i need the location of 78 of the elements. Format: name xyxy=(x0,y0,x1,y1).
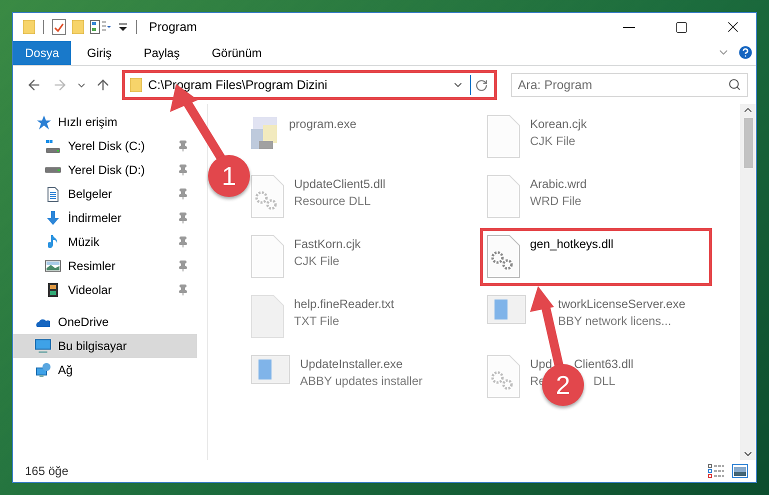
file-name: UpdateInstaller.exe xyxy=(300,357,403,371)
sidebar-item[interactable]: Yerel Disk (C:) xyxy=(13,134,197,158)
film-icon xyxy=(48,283,58,297)
pin-icon[interactable] xyxy=(177,260,189,272)
network-icon xyxy=(36,363,50,377)
pin-icon[interactable] xyxy=(177,284,189,296)
file-name: FastKorn.cjk xyxy=(294,237,361,251)
sidebar-item[interactable]: Resimler xyxy=(13,254,197,278)
file-type: TXT File xyxy=(294,314,340,328)
file-type: ABBY updates installer xyxy=(300,374,423,388)
pin-icon[interactable] xyxy=(177,140,189,152)
drive-icon xyxy=(45,167,61,173)
installer-icon xyxy=(487,295,526,324)
gear-document-icon xyxy=(487,235,520,278)
file-name: gen_hotkeys.dll xyxy=(530,237,614,251)
sidebar-item[interactable]: OneDrive xyxy=(13,310,197,334)
computer-icon xyxy=(35,339,51,353)
large-icons-view-icon[interactable] xyxy=(732,464,748,478)
file-type: CJK File xyxy=(294,254,340,268)
address-path: C:\Program Files\Program Dizini xyxy=(148,78,328,92)
sidebar-item[interactable]: Hızlı erişim xyxy=(13,110,197,134)
installer-icon xyxy=(251,355,290,384)
file-name: Arabic.wrd xyxy=(530,177,587,191)
document-icon xyxy=(487,175,520,218)
document-icon xyxy=(251,235,284,278)
music-note-icon xyxy=(48,234,58,250)
search-icon xyxy=(728,78,742,91)
ribbon-tab[interactable]: Görünüm xyxy=(196,41,278,65)
minimize-icon xyxy=(623,26,635,28)
drive-icon xyxy=(45,140,61,152)
document-icon xyxy=(47,186,59,202)
window-title: Program xyxy=(149,20,197,34)
gear-document-icon xyxy=(251,175,284,218)
star-icon xyxy=(35,114,51,130)
sidebar-item[interactable]: Bu bilgisayar xyxy=(13,334,197,358)
gear-document-icon xyxy=(487,355,520,398)
file-name: program.exe xyxy=(289,117,356,131)
address-bar[interactable]: C:\Program Files\Program Dizini xyxy=(122,70,497,100)
program-icon xyxy=(251,115,279,149)
sidebar-item[interactable]: Videolar xyxy=(13,278,197,302)
maximize-icon xyxy=(674,20,688,34)
document-icon xyxy=(251,295,284,338)
scrollbar[interactable] xyxy=(740,104,756,460)
file-name: tworkLicenseServer.exe xyxy=(558,297,686,311)
sidebar-item[interactable]: Belgeler xyxy=(13,182,197,206)
file-type: Resource DLL xyxy=(294,194,371,208)
item-count: 165 öğe xyxy=(25,464,70,478)
picture-icon xyxy=(45,260,61,272)
file-name: Korean.cjk xyxy=(530,117,587,131)
file-type: WRD File xyxy=(530,194,582,208)
sidebar-item[interactable]: Müzik xyxy=(13,230,197,254)
pin-icon[interactable] xyxy=(177,188,189,200)
refresh-icon xyxy=(474,78,488,92)
download-icon xyxy=(47,211,59,225)
sidebar-item[interactable]: İndirmeler xyxy=(13,206,197,230)
cloud-icon xyxy=(36,318,50,326)
pin-icon[interactable] xyxy=(177,212,189,224)
checklist-icon[interactable] xyxy=(52,19,66,35)
details-view-icon[interactable] xyxy=(708,464,724,478)
ribbon-tab[interactable]: Giriş xyxy=(71,41,128,65)
file-type: CJK File xyxy=(530,134,576,148)
sidebar-item[interactable]: Ağ xyxy=(13,358,197,382)
pin-icon[interactable] xyxy=(177,164,189,176)
file-name: help.fineReader.txt xyxy=(294,297,394,311)
customize-caret-icon[interactable] xyxy=(118,22,128,32)
ribbon-tab[interactable]: Paylaş xyxy=(128,41,196,65)
pin-icon[interactable] xyxy=(177,236,189,248)
folder-icon xyxy=(130,78,142,92)
scrollbar-thumb[interactable] xyxy=(744,118,752,168)
help-icon xyxy=(736,44,754,60)
file-type: BBY network licens... xyxy=(558,314,672,328)
sidebar-item[interactable]: Yerel Disk (D:) xyxy=(13,158,197,182)
search-field[interactable]: Ara: Program xyxy=(510,73,748,97)
file-name: UpdateClient5.dll xyxy=(294,177,386,191)
document-icon xyxy=(487,115,520,158)
file-type: DLL xyxy=(593,374,616,388)
properties-icon[interactable] xyxy=(90,20,112,34)
ribbon-tab[interactable]: Dosya xyxy=(13,41,72,65)
